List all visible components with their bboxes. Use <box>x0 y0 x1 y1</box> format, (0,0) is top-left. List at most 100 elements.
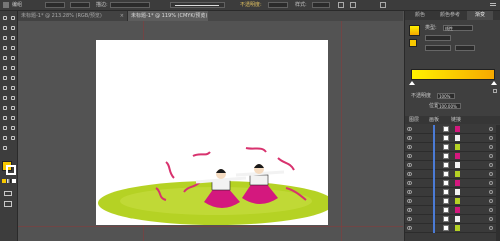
layer-row[interactable] <box>405 170 496 179</box>
target-icon[interactable] <box>489 190 493 194</box>
line-icon[interactable] <box>2 45 8 51</box>
pen-icon[interactable] <box>2 35 8 41</box>
color-mode-icon[interactable] <box>2 179 6 183</box>
screen-mode-icon[interactable] <box>4 201 12 207</box>
stop-location-field[interactable]: 100.00% <box>437 103 461 109</box>
layer-row[interactable] <box>405 224 496 233</box>
fill-dropdown[interactable] <box>45 2 65 8</box>
layer-row[interactable] <box>405 134 496 143</box>
eye-icon[interactable] <box>406 154 413 158</box>
magic-wand-icon[interactable] <box>2 25 8 31</box>
tab-artboards[interactable]: 画板 <box>429 117 439 123</box>
scale-icon[interactable] <box>2 75 8 81</box>
target-icon[interactable] <box>489 136 493 140</box>
lasso-icon[interactable] <box>10 25 16 31</box>
direct-selection-icon[interactable] <box>10 15 16 21</box>
layer-row[interactable] <box>405 197 496 206</box>
eye-icon[interactable] <box>406 172 413 176</box>
tab-document-1[interactable]: 未标题-1* @ 213.28% (RGB/预览) × <box>18 11 128 21</box>
target-icon[interactable] <box>489 217 493 221</box>
gradient-icon[interactable] <box>2 105 8 111</box>
target-icon[interactable] <box>489 163 493 167</box>
eye-icon[interactable] <box>406 199 413 203</box>
eyedropper-icon[interactable] <box>10 105 16 111</box>
canvas-area[interactable] <box>18 21 403 241</box>
artboard-icon[interactable] <box>10 125 16 131</box>
eye-icon[interactable] <box>406 136 413 140</box>
tab-layers[interactable]: 图层 <box>409 117 419 123</box>
stroke-weight-field[interactable] <box>110 2 150 8</box>
layer-row[interactable] <box>405 188 496 197</box>
column-graph-icon[interactable] <box>2 125 8 131</box>
stroke-swatch[interactable] <box>6 165 16 175</box>
slice-icon[interactable] <box>2 135 8 141</box>
layer-row[interactable] <box>405 206 496 215</box>
target-icon[interactable] <box>489 145 493 149</box>
warp-icon[interactable] <box>10 75 16 81</box>
tab-color-guide[interactable]: 颜色参考 <box>433 11 467 20</box>
target-icon[interactable] <box>489 172 493 176</box>
variable-width-profile[interactable] <box>170 2 225 8</box>
stop-opacity-field[interactable]: 100% <box>437 93 455 99</box>
fill-swatch-small[interactable] <box>409 39 417 47</box>
tab-document-2[interactable]: 未标题-1* @ 119% (CMYK/预览) × <box>128 11 208 21</box>
layers-scrollbar[interactable] <box>496 125 500 241</box>
opacity-field[interactable] <box>268 2 288 8</box>
none-mode-icon[interactable] <box>12 179 16 183</box>
target-icon[interactable] <box>489 127 493 131</box>
rectangle-icon[interactable] <box>10 45 16 51</box>
eye-icon[interactable] <box>406 145 413 149</box>
artwork[interactable] <box>96 40 328 225</box>
eye-icon[interactable] <box>406 208 413 212</box>
blend-icon[interactable] <box>2 115 8 121</box>
target-icon[interactable] <box>489 154 493 158</box>
perspective-icon[interactable] <box>2 95 8 101</box>
hand-icon[interactable] <box>10 135 16 141</box>
rotate-icon[interactable] <box>10 65 16 71</box>
layer-row[interactable] <box>405 215 496 224</box>
stroke-gradient-field[interactable] <box>425 35 451 41</box>
target-icon[interactable] <box>489 226 493 230</box>
target-icon[interactable] <box>489 199 493 203</box>
tab-color[interactable]: 颜色 <box>407 11 433 20</box>
tab-gradient[interactable]: 渐变 <box>467 11 493 20</box>
layer-row[interactable] <box>405 143 496 152</box>
preferences-icon[interactable] <box>350 2 356 8</box>
delete-stop-icon[interactable] <box>493 89 497 93</box>
arrange-icon[interactable] <box>380 2 386 8</box>
gradient-slider[interactable] <box>411 69 495 80</box>
eye-icon[interactable] <box>406 127 413 131</box>
target-icon[interactable] <box>489 208 493 212</box>
tab-links[interactable]: 链接 <box>451 117 461 123</box>
target-icon[interactable] <box>489 181 493 185</box>
panel-menu-icon[interactable] <box>490 2 496 8</box>
eye-icon[interactable] <box>406 181 413 185</box>
selection-tool-icon[interactable] <box>2 15 8 21</box>
symbol-sprayer-icon[interactable] <box>10 115 16 121</box>
draw-mode-icon[interactable] <box>4 191 12 196</box>
eye-icon[interactable] <box>406 217 413 221</box>
gradient-mode-icon[interactable] <box>7 179 11 183</box>
gradient-stop-left[interactable] <box>409 81 415 85</box>
eye-icon[interactable] <box>406 226 413 230</box>
paintbrush-icon[interactable] <box>2 55 8 61</box>
close-icon[interactable]: × <box>120 11 124 21</box>
layer-row[interactable] <box>405 179 496 188</box>
type-icon[interactable] <box>10 35 16 41</box>
gradient-type-dropdown[interactable]: 线性 <box>443 25 473 31</box>
aspect-ratio-field[interactable] <box>455 45 475 51</box>
layer-row[interactable] <box>405 125 496 134</box>
gradient-preview-swatch[interactable] <box>409 25 420 36</box>
zoom-icon[interactable] <box>2 145 8 151</box>
angle-field[interactable] <box>425 45 451 51</box>
gradient-stop-right[interactable] <box>491 81 497 85</box>
close-icon[interactable]: × <box>201 11 205 21</box>
document-setup-icon[interactable] <box>338 2 344 8</box>
layer-row[interactable] <box>405 152 496 161</box>
free-transform-icon[interactable] <box>2 85 8 91</box>
shape-builder-icon[interactable] <box>10 85 16 91</box>
artboard[interactable] <box>96 40 328 225</box>
eye-icon[interactable] <box>406 163 413 167</box>
stroke-dropdown[interactable] <box>70 2 90 8</box>
eye-icon[interactable] <box>406 190 413 194</box>
